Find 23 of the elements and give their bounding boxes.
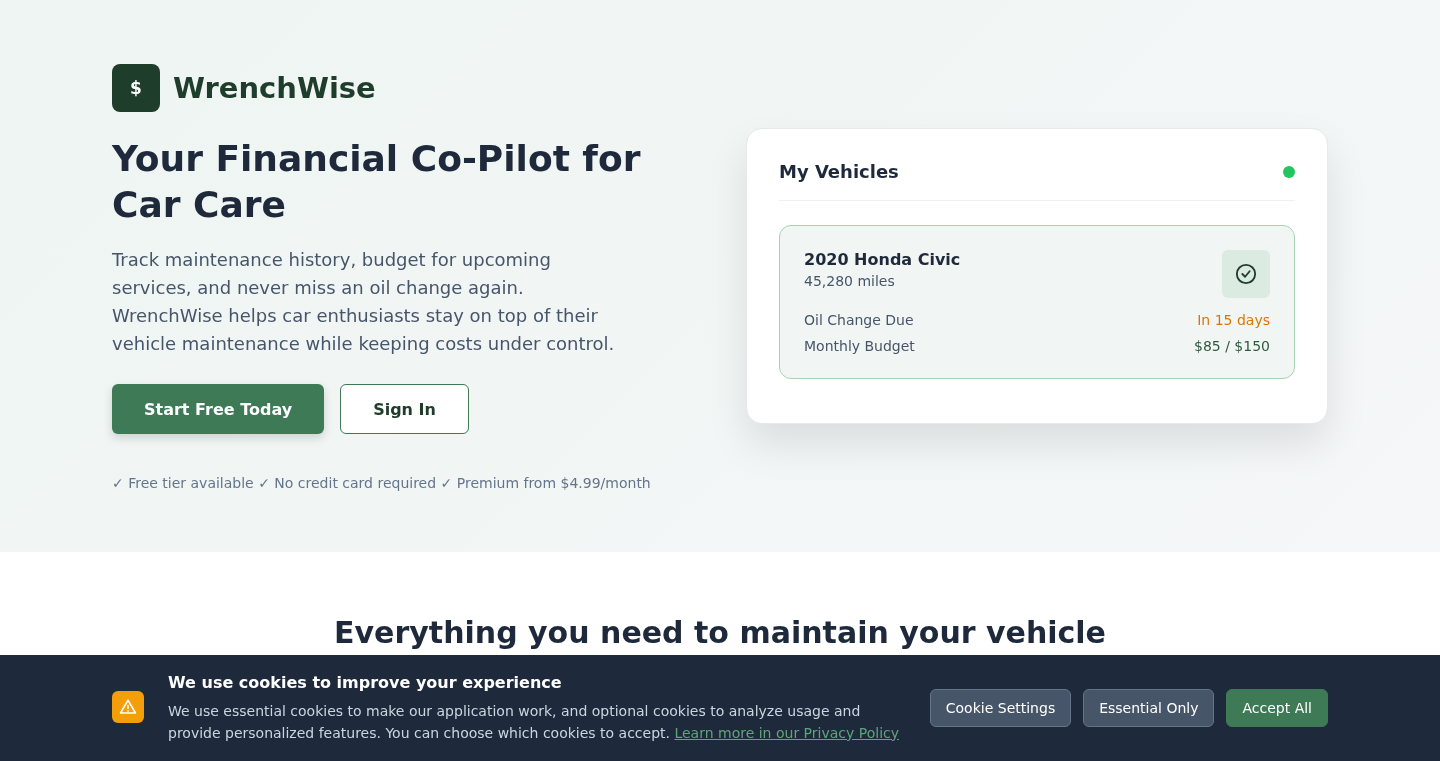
logo-icon: $: [112, 64, 160, 112]
cookie-title: We use cookies to improve your experience: [168, 672, 563, 692]
cookie-text: We use essential cookies to make our application work, and optional cookies to analyze usage and provide personalized features. You can choose which cookies to accept. Learn more in our Privacy Policy: [168, 701, 900, 743]
detail-label: Monthly Budget: [804, 338, 915, 354]
detail-value: In 15 days: [1197, 312, 1270, 328]
card-title: My Vehicles: [779, 161, 899, 182]
vehicle-name: 2020 Honda Civic: [804, 250, 961, 269]
sign-in-button[interactable]: Sign In: [340, 384, 469, 434]
hero-title: Your Financial Co-Pilot for Car Care: [112, 137, 642, 227]
start-button[interactable]: Start Free Today: [112, 384, 325, 434]
section-title: Everything you need to maintain your vehicle: [333, 614, 1107, 652]
essential-only-button[interactable]: Essential Only: [1083, 689, 1215, 727]
cookie-settings-button[interactable]: Cookie Settings: [929, 689, 1072, 727]
hero-description: Track maintenance history, budget for upcoming services, and never miss an oil change again. WrenchWise helps car enthusiasts stay on top of their vehicle maintenance while keeping costs under control.: [112, 248, 616, 356]
accept-all-button[interactable]: Accept All: [1226, 689, 1328, 727]
warning-icon: [119, 698, 137, 716]
privacy-link[interactable]: Learn more in our Privacy Policy: [674, 724, 899, 741]
perks-text: ✓ Free tier available ✓ No credit card required ✓ Premium from $4.99/month: [112, 475, 652, 491]
brand-name: WrenchWise: [173, 71, 376, 105]
vehicle-mileage: 45,280 miles: [804, 273, 896, 289]
detail-label: Oil Change Due: [804, 312, 914, 328]
check-circle-icon: [1235, 263, 1257, 285]
detail-value: $85 / $150: [1194, 338, 1270, 354]
